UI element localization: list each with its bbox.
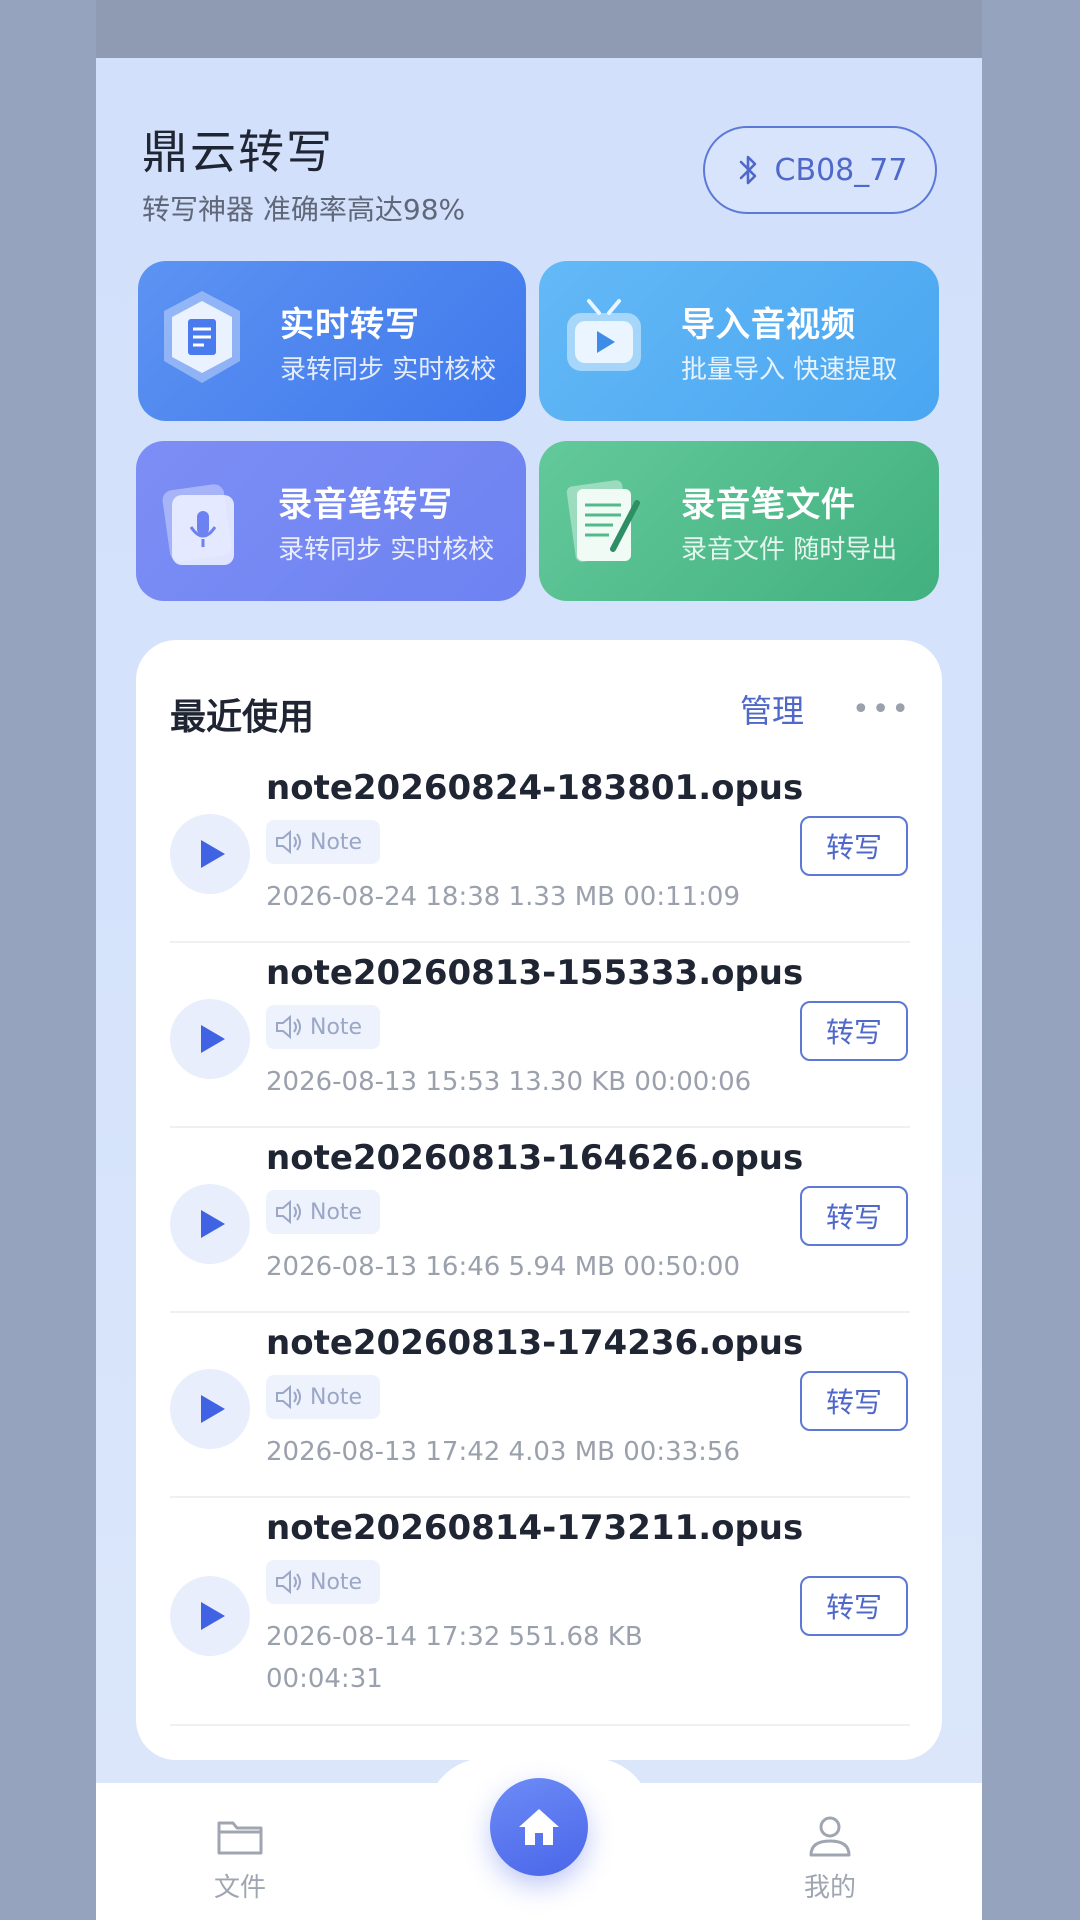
video-play-icon bbox=[567, 299, 641, 371]
document-edit-icon bbox=[164, 291, 240, 383]
divider bbox=[170, 1724, 910, 1726]
play-button[interactable] bbox=[170, 999, 250, 1079]
tile-realtime-transcribe[interactable]: 实时转写 录转同步 实时核校 bbox=[138, 261, 526, 421]
speaker-icon bbox=[276, 1014, 301, 1040]
file-name: note20260813-174236.opus bbox=[266, 1323, 804, 1363]
file-pen-icon bbox=[566, 480, 640, 562]
file-name: note20260814-173211.opus bbox=[266, 1508, 804, 1548]
transcribe-button[interactable]: 转写 bbox=[800, 1371, 908, 1431]
tag-label: Note bbox=[310, 1014, 363, 1040]
play-icon bbox=[201, 840, 225, 868]
app-subtitle: 转写神器 准确率高达98% bbox=[142, 193, 466, 226]
tag-label: Note bbox=[310, 829, 363, 855]
tile-recorder-transcribe[interactable]: 录音笔转写 录转同步 实时核校 bbox=[136, 441, 526, 601]
list-item[interactable]: note20260824-183801.opus Note 2026-08-24… bbox=[170, 758, 910, 943]
tag-label: Note bbox=[310, 1384, 363, 1410]
play-button[interactable] bbox=[170, 1184, 250, 1264]
file-meta: 2026-08-24 18:38 1.33 MB 00:11:09 bbox=[266, 882, 741, 912]
home-button[interactable] bbox=[490, 1778, 588, 1876]
play-icon bbox=[201, 1210, 225, 1238]
speaker-icon bbox=[276, 1199, 301, 1225]
tile-subtitle: 批量导入 快速提取 bbox=[681, 355, 898, 385]
tile-subtitle: 录转同步 实时核校 bbox=[280, 355, 497, 385]
transcribe-button[interactable]: 转写 bbox=[800, 1576, 908, 1636]
speaker-icon bbox=[276, 1569, 301, 1595]
app-title: 鼎云转写 bbox=[142, 125, 334, 179]
list-item[interactable]: note20260814-173211.opus Note 2026-08-14… bbox=[170, 1498, 910, 1726]
speaker-icon bbox=[276, 829, 301, 855]
play-button[interactable] bbox=[170, 1576, 250, 1656]
recent-title: 最近使用 bbox=[170, 697, 315, 738]
list-item[interactable]: note20260813-164626.opus Note 2026-08-13… bbox=[170, 1128, 910, 1313]
note-tag: Note bbox=[266, 1375, 380, 1419]
user-icon bbox=[809, 1816, 851, 1857]
file-name: note20260824-183801.opus bbox=[266, 768, 804, 808]
file-meta: 2026-08-13 15:53 13.30 KB 00:00:06 bbox=[266, 1067, 752, 1097]
tile-title: 录音笔文件 bbox=[681, 485, 856, 525]
more-menu-button[interactable]: ••• bbox=[852, 692, 911, 727]
play-button[interactable] bbox=[170, 1369, 250, 1449]
device-label: CB08_77 bbox=[774, 152, 908, 188]
nav-files[interactable]: 文件 bbox=[180, 1813, 300, 1904]
file-meta: 2026-08-13 17:42 4.03 MB 00:33:56 bbox=[266, 1437, 741, 1467]
transcribe-button[interactable]: 转写 bbox=[800, 1186, 908, 1246]
speaker-icon bbox=[276, 1384, 301, 1410]
file-name: note20260813-155333.opus bbox=[266, 953, 804, 993]
note-tag: Note bbox=[266, 820, 380, 864]
recent-files-card: 最近使用 管理 ••• note20260824-183801.opus Not… bbox=[136, 640, 942, 1760]
list-item[interactable]: note20260813-174236.opus Note 2026-08-13… bbox=[170, 1313, 910, 1498]
tile-import-media[interactable]: 导入音视频 批量导入 快速提取 bbox=[539, 261, 939, 421]
note-tag: Note bbox=[266, 1560, 380, 1604]
tile-title: 导入音视频 bbox=[681, 305, 856, 345]
tag-label: Note bbox=[310, 1569, 363, 1595]
note-tag: Note bbox=[266, 1190, 380, 1234]
home-icon bbox=[519, 1809, 559, 1845]
play-button[interactable] bbox=[170, 814, 250, 894]
tile-title: 录音笔转写 bbox=[278, 485, 453, 525]
nav-files-label: 文件 bbox=[213, 1873, 266, 1903]
transcribe-button[interactable]: 转写 bbox=[800, 816, 908, 876]
tile-title: 实时转写 bbox=[280, 305, 420, 345]
microphone-folder-icon bbox=[162, 484, 234, 565]
tile-subtitle: 录转同步 实时核校 bbox=[278, 535, 495, 565]
play-icon bbox=[201, 1395, 225, 1423]
file-name: note20260813-164626.opus bbox=[266, 1138, 804, 1178]
tile-recorder-files[interactable]: 录音笔文件 录音文件 随时导出 bbox=[539, 441, 939, 601]
bluetooth-icon bbox=[739, 155, 756, 185]
manage-button[interactable]: 管理 bbox=[740, 686, 804, 732]
file-meta: 2026-08-14 17:32 551.68 KB 00:04:31 bbox=[266, 1622, 643, 1694]
nav-mine-label: 我的 bbox=[803, 1873, 856, 1903]
folder-icon bbox=[217, 1821, 263, 1855]
bluetooth-device-button[interactable]: CB08_77 bbox=[703, 126, 937, 214]
tag-label: Note bbox=[310, 1199, 363, 1225]
file-meta: 2026-08-13 16:46 5.94 MB 00:50:00 bbox=[266, 1252, 741, 1282]
play-icon bbox=[201, 1602, 225, 1630]
list-item[interactable]: note20260813-155333.opus Note 2026-08-13… bbox=[170, 943, 910, 1128]
transcribe-button[interactable]: 转写 bbox=[800, 1001, 908, 1061]
tile-subtitle: 录音文件 随时导出 bbox=[681, 535, 898, 565]
status-bar bbox=[96, 0, 982, 58]
note-tag: Note bbox=[266, 1005, 380, 1049]
app-screen: 鼎云转写 转写神器 准确率高达98% CB08_77 实时转写 录转同步 实时核… bbox=[96, 58, 982, 1920]
nav-mine[interactable]: 我的 bbox=[770, 1813, 890, 1904]
play-icon bbox=[201, 1025, 225, 1053]
